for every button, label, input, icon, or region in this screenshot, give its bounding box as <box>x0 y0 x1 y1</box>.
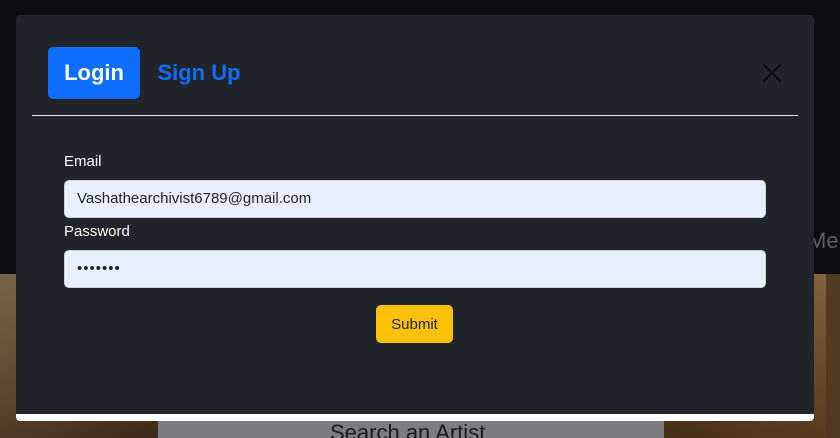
auth-modal: Login Sign Up Email Vashathearchivist678… <box>16 15 814 421</box>
email-label: Email <box>64 153 102 170</box>
close-icon <box>762 63 782 83</box>
password-field[interactable]: ••••••• <box>64 250 766 288</box>
email-field[interactable]: Vashathearchivist6789@gmail.com <box>64 180 766 218</box>
tab-login[interactable]: Login <box>48 47 140 99</box>
close-button[interactable] <box>760 61 784 85</box>
submit-button[interactable]: Submit <box>376 305 453 343</box>
modal-header: Login Sign Up <box>32 15 798 116</box>
tab-sign-up[interactable]: Sign Up <box>144 47 254 99</box>
password-label: Password <box>64 223 130 240</box>
